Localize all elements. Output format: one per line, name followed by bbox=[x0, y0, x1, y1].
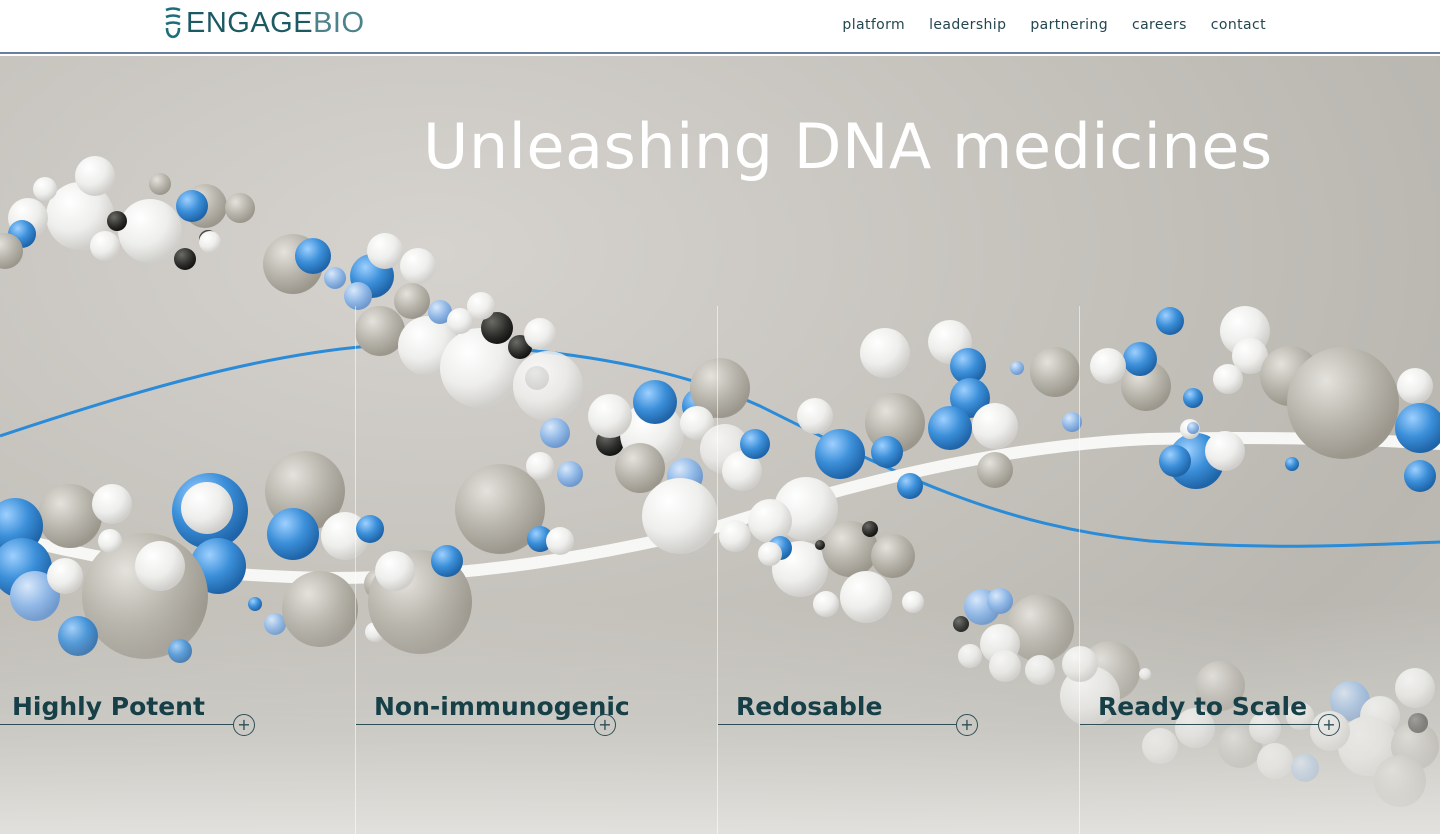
hero-headline: Unleashing DNA medicines bbox=[423, 110, 1273, 183]
feature-non-immunogenic[interactable]: Non-immunogenic + bbox=[356, 690, 630, 736]
feature-highly-potent[interactable]: Highly Potent + bbox=[0, 690, 260, 736]
nav-contact[interactable]: contact bbox=[1211, 17, 1266, 33]
nav-leadership[interactable]: leadership bbox=[929, 17, 1006, 33]
feature-redosable[interactable]: Redosable + bbox=[718, 690, 988, 736]
feature-underline bbox=[718, 724, 956, 725]
expand-plus-icon[interactable]: + bbox=[233, 714, 255, 736]
nav-careers[interactable]: careers bbox=[1132, 17, 1187, 33]
column-divider bbox=[717, 306, 718, 834]
expand-plus-icon[interactable]: + bbox=[956, 714, 978, 736]
expand-plus-icon[interactable]: + bbox=[594, 714, 616, 736]
nav-platform[interactable]: platform bbox=[842, 17, 905, 33]
logo-mark-icon bbox=[165, 7, 181, 39]
feature-ready-to-scale[interactable]: Ready to Scale + bbox=[1080, 690, 1350, 736]
feature-underline bbox=[0, 724, 234, 725]
feature-title: Ready to Scale bbox=[1098, 692, 1308, 721]
engagebio-logo[interactable]: ENGAGEBIO bbox=[163, 6, 365, 40]
logo-text-bio: BIO bbox=[313, 7, 365, 39]
feature-underline bbox=[356, 724, 594, 725]
column-divider bbox=[1079, 306, 1080, 834]
expand-plus-icon[interactable]: + bbox=[1318, 714, 1340, 736]
nav-partnering[interactable]: partnering bbox=[1030, 17, 1108, 33]
hero-section: Unleashing DNA medicines Highly Potent +… bbox=[0, 56, 1440, 834]
main-nav: platform leadership partnering careers c… bbox=[842, 17, 1266, 33]
feature-title: Non-immunogenic bbox=[374, 692, 630, 721]
feature-title: Highly Potent bbox=[12, 692, 205, 721]
feature-title: Redosable bbox=[736, 692, 883, 721]
site-header: ENGAGEBIO platform leadership partnering… bbox=[0, 0, 1440, 54]
column-divider bbox=[355, 306, 356, 834]
feature-underline bbox=[1080, 724, 1318, 725]
logo-text-engage: ENGAGE bbox=[186, 7, 314, 39]
